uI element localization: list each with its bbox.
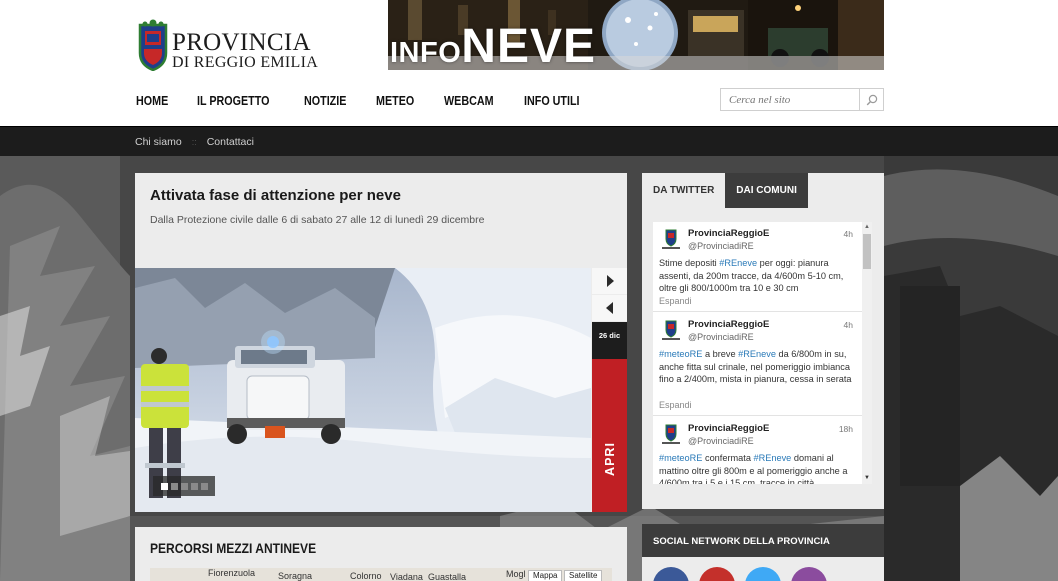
hashtag-link[interactable]: #REneve <box>738 349 776 359</box>
snowplow-routes-title: PERCORSI MEZZI ANTINEVE <box>150 540 317 556</box>
tweet-time[interactable]: 4h <box>844 229 853 239</box>
satellite-view-button[interactable]: Satellite <box>564 570 603 581</box>
hashtag-link[interactable]: #REneve <box>754 453 792 463</box>
arrow-right-icon <box>606 275 614 287</box>
search-button[interactable] <box>859 89 883 110</box>
map-view-button[interactable]: Mappa <box>528 570 563 581</box>
map-label: Viadana <box>390 572 423 581</box>
scroll-down-icon[interactable]: ▼ <box>862 474 872 483</box>
subnav-separator: :: <box>191 137 197 147</box>
search-icon <box>866 94 877 105</box>
open-article-label: APRI <box>602 442 617 476</box>
article-subtitle: Dalla Protezione civile dalle 6 di sabat… <box>150 214 485 226</box>
logo-title: PROVINCIA <box>172 29 311 56</box>
slide-prev-button[interactable] <box>592 295 627 321</box>
slide-next-button[interactable] <box>592 268 627 294</box>
tweet-handle[interactable]: @ProvinciadiRE <box>688 436 754 446</box>
nav-item-notizie[interactable]: NOTIZIE <box>304 94 346 108</box>
twitter-widget: DA TWITTER DAI COMUNI ProvinciaReggioE @… <box>642 173 884 509</box>
flickr-icon[interactable] <box>791 567 827 581</box>
youtube-icon[interactable] <box>699 567 735 581</box>
tweet-author[interactable]: ProvinciaReggioE <box>688 319 769 330</box>
tweet-text: Stime depositi #REneve per oggi: pianura… <box>659 258 844 293</box>
scroll-up-icon[interactable]: ▲ <box>862 223 872 232</box>
routes-map[interactable]: Fiorenzuola Soragna Colorno Viadana Guas… <box>150 568 612 581</box>
logo-subtitle: DI REGGIO EMILIA <box>172 54 319 71</box>
social-network-header: SOCIAL NETWORK DELLA PROVINCIA <box>642 524 884 557</box>
banner-info-text: INFO <box>390 37 462 69</box>
tweet-author[interactable]: ProvinciaReggioE <box>688 228 769 239</box>
tweet-expand-link[interactable]: Espandi <box>659 296 692 306</box>
secondary-nav: Chi siamo :: Contattaci <box>0 126 1058 156</box>
infoneve-banner[interactable]: INFONEVE <box>388 0 884 70</box>
slide-dot-3[interactable] <box>180 482 188 490</box>
slide-dot-5[interactable] <box>200 482 208 490</box>
map-label: Mogl <box>506 569 526 579</box>
feed-scrollbar[interactable]: ▲ ▼ <box>862 222 872 484</box>
tweet-handle[interactable]: @ProvinciadiRE <box>688 332 754 342</box>
site-header: PROVINCIA DI REGGIO EMILIA INFONEVE HOME… <box>0 0 1058 126</box>
nav-item-home[interactable]: HOME <box>136 94 168 108</box>
site-logo[interactable]: PROVINCIA DI REGGIO EMILIA <box>136 19 319 73</box>
nav-item-meteo[interactable]: METEO <box>376 94 414 108</box>
map-label: Colorno <box>350 571 382 581</box>
nav-item-info-utili[interactable]: INFO UTILI <box>524 94 580 108</box>
map-label: Soragna <box>278 571 313 581</box>
tweet-handle[interactable]: @ProvinciadiRE <box>688 241 754 251</box>
slide-dot-2[interactable] <box>170 482 178 490</box>
banner-title: INFONEVE <box>390 19 596 70</box>
article-photo[interactable] <box>135 268 591 512</box>
main-nav: HOME IL PROGETTO NOTIZIE METEO WEBCAM IN… <box>136 94 612 108</box>
slide-dot-4[interactable] <box>190 482 198 490</box>
tweet-author[interactable]: ProvinciaReggioE <box>688 423 769 434</box>
tweet-expand-link[interactable]: Espandi <box>659 400 692 410</box>
crest-icon <box>138 19 168 71</box>
social-network-title: SOCIAL NETWORK DELLA PROVINCIA <box>653 536 830 547</box>
slideshow-pager <box>153 476 215 496</box>
provincia-avatar-icon <box>660 423 682 445</box>
arrow-left-icon <box>605 302 613 314</box>
hashtag-link[interactable]: #meteoRE <box>659 453 702 463</box>
tweet-time[interactable]: 18h <box>839 424 853 434</box>
snowplow-routes-panel: PERCORSI MEZZI ANTINEVE Fiorenzuola Sora… <box>135 527 627 581</box>
article-date: 26 dic <box>592 322 627 359</box>
search-input[interactable] <box>721 89 860 110</box>
map-label: Guastalla <box>428 572 467 581</box>
provincia-avatar-icon <box>660 319 682 341</box>
tweet-time[interactable]: 4h <box>844 320 853 330</box>
nav-item-webcam[interactable]: WEBCAM <box>444 94 494 108</box>
subnav-item-contattaci[interactable]: Contattaci <box>207 136 254 148</box>
tweet-text: #meteoRE a breve #REneve da 6/800m in su… <box>659 349 852 384</box>
scrollbar-thumb[interactable] <box>863 234 871 269</box>
hashtag-link[interactable]: #REneve <box>719 258 757 268</box>
article-title[interactable]: Attivata fase di attenzione per neve <box>150 187 401 204</box>
tweet-text: #meteoRE confermata #REneve domani al ma… <box>659 453 848 484</box>
twitter-icon[interactable] <box>745 567 781 581</box>
facebook-icon[interactable] <box>653 567 689 581</box>
social-network-panel: SOCIAL NETWORK DELLA PROVINCIA <box>642 524 884 581</box>
tweet-feed[interactable]: ProvinciaReggioE @ProvinciadiRE 4h Stime… <box>653 222 872 484</box>
search-box <box>720 88 884 111</box>
featured-article: Attivata fase di attenzione per neve Dal… <box>135 173 627 512</box>
nav-item-il-progetto[interactable]: IL PROGETTO <box>197 94 269 108</box>
open-article-button[interactable]: APRI <box>592 359 627 512</box>
slide-dot-1[interactable] <box>160 482 168 490</box>
tweet-item[interactable]: ProvinciaReggioE @ProvinciadiRE 4h #mete… <box>653 313 863 416</box>
tweet-item[interactable]: ProvinciaReggioE @ProvinciadiRE 4h Stime… <box>653 222 863 312</box>
tweet-item[interactable]: ProvinciaReggioE @ProvinciadiRE 18h #met… <box>653 417 863 484</box>
provincia-avatar-icon <box>660 228 682 250</box>
hashtag-link[interactable]: #meteoRE <box>659 349 702 359</box>
banner-neve-text: NEVE <box>461 20 596 70</box>
tab-dai-comuni[interactable]: DAI COMUNI <box>725 173 808 208</box>
subnav-item-chi-siamo[interactable]: Chi siamo <box>135 136 182 148</box>
map-label: Fiorenzuola <box>208 568 256 578</box>
tab-da-twitter[interactable]: DA TWITTER <box>642 173 726 208</box>
